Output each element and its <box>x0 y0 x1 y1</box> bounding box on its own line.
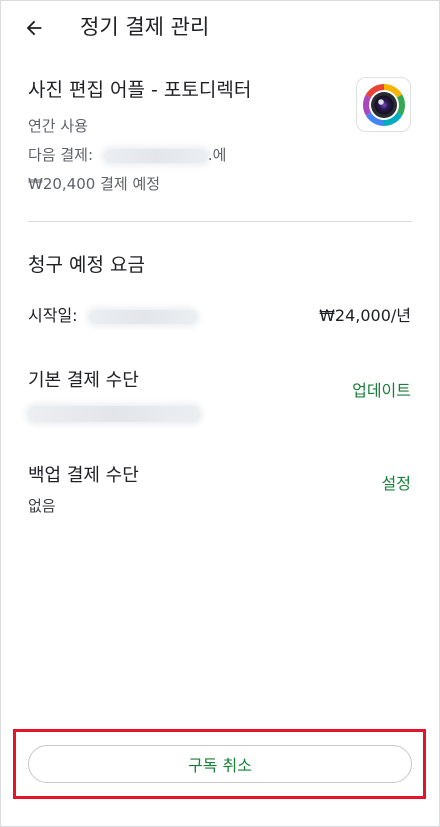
app-icon <box>356 77 411 132</box>
update-payment-button[interactable]: 업데이트 <box>352 379 411 403</box>
redacted-payment-method <box>28 405 200 422</box>
price: ₩24,000/년 <box>319 306 411 325</box>
set-backup-payment-button[interactable]: 설정 <box>382 472 411 496</box>
primary-payment-label: 기본 결제 수단 <box>28 370 139 391</box>
page-title: 정기 결제 관리 <box>80 15 210 39</box>
backup-payment-value: 없음 <box>28 497 56 515</box>
app-bar: 정기 결제 관리 <box>0 0 440 56</box>
camera-lens-icon <box>362 83 405 126</box>
divider <box>28 221 412 222</box>
primary-payment-value <box>28 403 200 422</box>
app-name: 사진 편집 어플 - 포토디렉터 <box>28 79 252 101</box>
billing-section-title: 청구 예정 요금 <box>28 254 145 276</box>
redacted-start-date <box>88 309 197 324</box>
next-payment-suffix: .에 <box>207 146 227 164</box>
backup-payment-label: 백업 결제 수단 <box>28 465 139 486</box>
start-date: 시작일: <box>28 304 197 328</box>
arrow-back-icon <box>26 20 42 36</box>
start-date-label: 시작일: <box>28 306 78 325</box>
payment-amount: ₩20,400 결제 예정 <box>28 175 161 193</box>
cancel-subscription-button[interactable]: 구독 취소 <box>28 745 412 783</box>
redacted-date <box>103 148 208 163</box>
next-payment: 다음 결제: .에 <box>28 143 226 167</box>
back-button[interactable] <box>18 12 50 44</box>
plan-type: 연간 사용 <box>28 117 88 135</box>
next-payment-label: 다음 결제: <box>28 146 94 164</box>
